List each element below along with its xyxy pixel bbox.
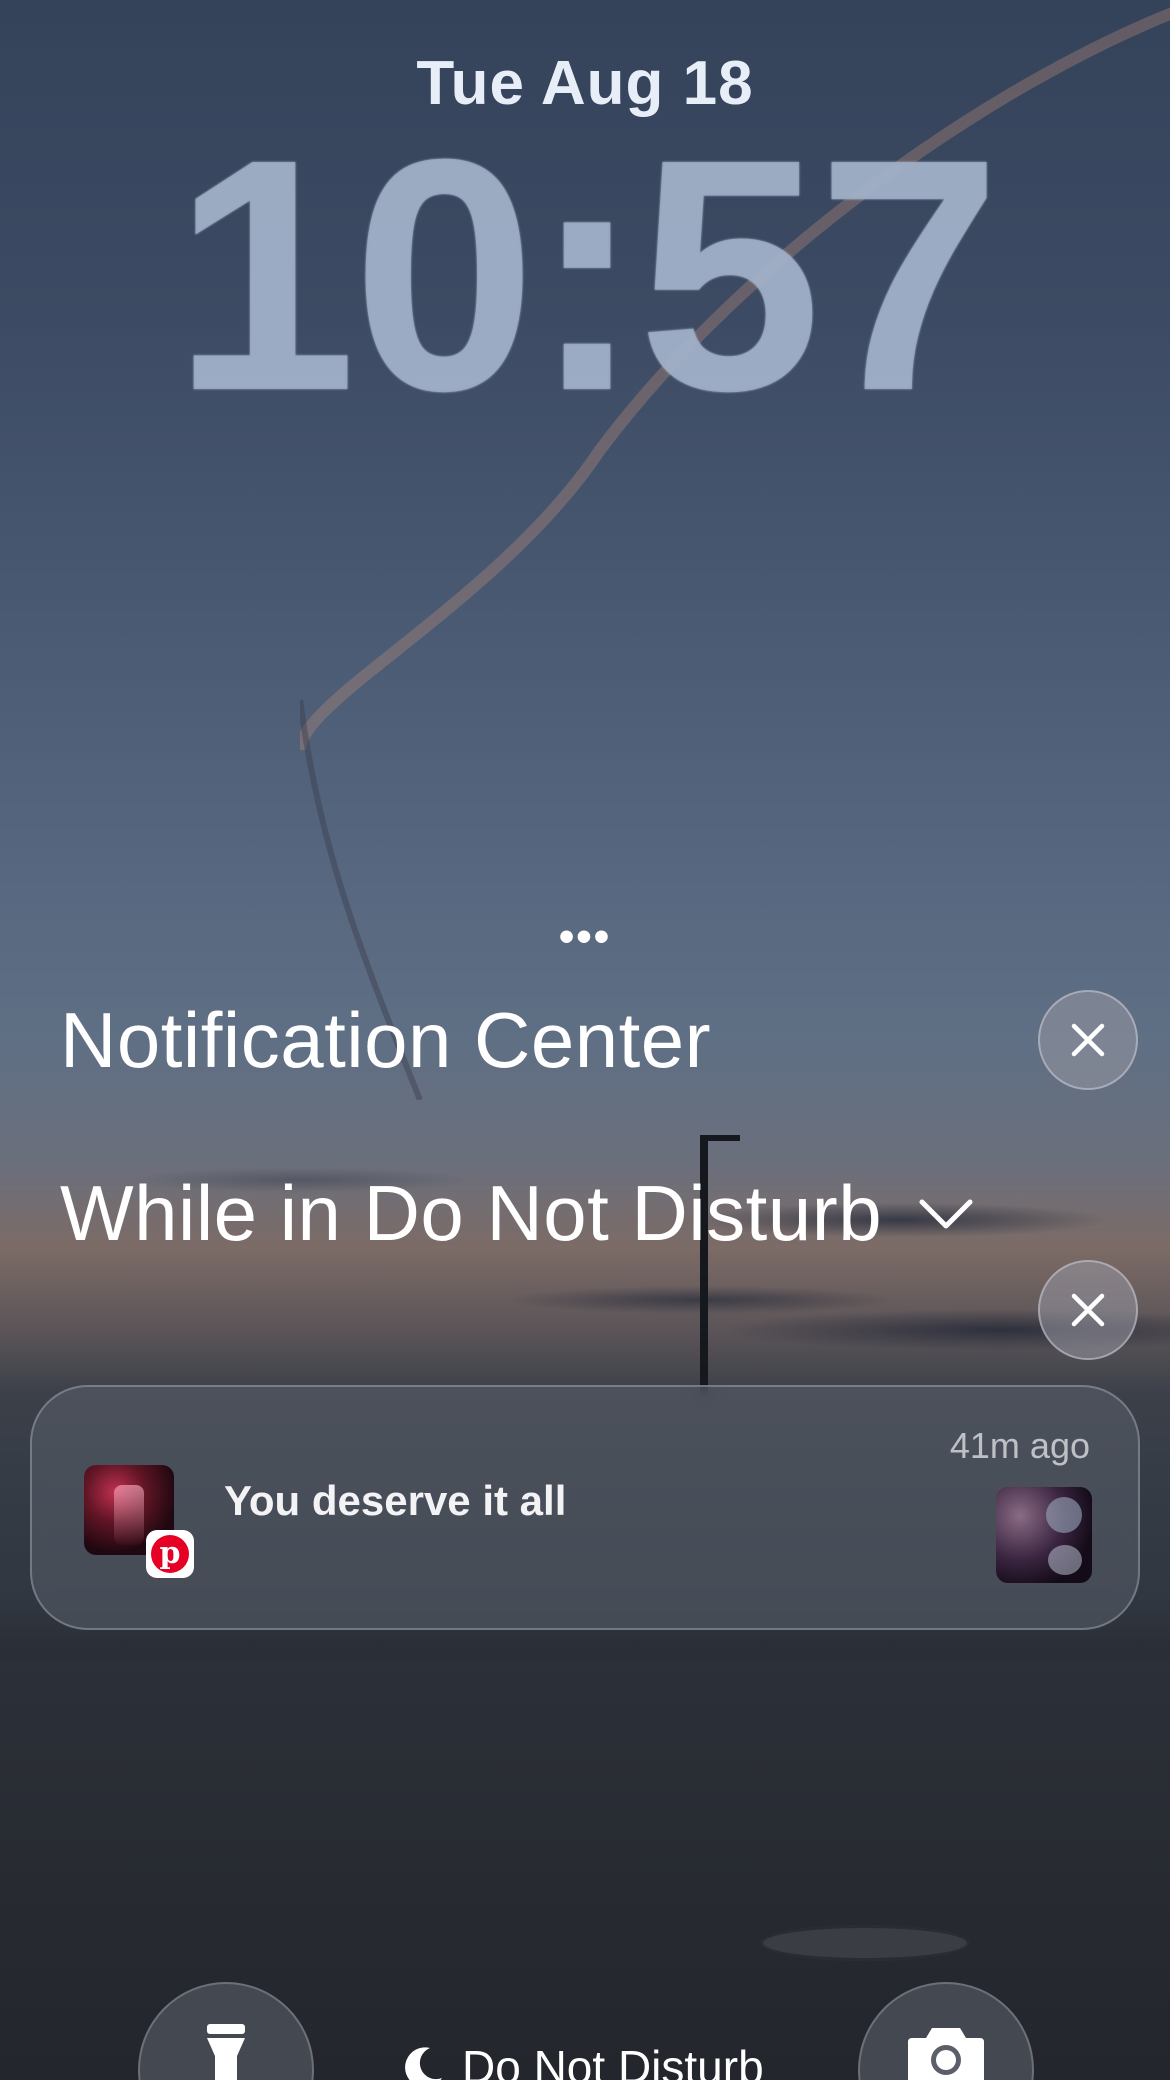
notification-card[interactable]: p You deserve it all 41m ago: [30, 1385, 1140, 1630]
focus-mode-indicator[interactable]: Do Not Disturb: [400, 2040, 764, 2080]
moon-icon: [405, 2047, 442, 2080]
lock-time[interactable]: 10:57: [0, 110, 1170, 440]
dnd-group-title: While in Do Not Disturb: [60, 1169, 883, 1257]
close-icon: [1071, 1023, 1105, 1057]
pinterest-icon: p: [146, 1530, 194, 1578]
lock-screen: Tue Aug 18 10:57 ••• Notification Center…: [0, 0, 1170, 2080]
more-indicator[interactable]: •••: [555, 915, 615, 959]
notification-timestamp: 41m ago: [949, 1425, 1090, 1466]
dnd-group-header[interactable]: While in Do Not Disturb: [60, 1168, 974, 1259]
clear-notification-center-button[interactable]: [1038, 990, 1138, 1090]
notification-center-title: Notification Center: [60, 996, 712, 1084]
notification-message: You deserve it all: [224, 1477, 567, 1524]
chevron-down-icon: [919, 1199, 973, 1228]
focus-mode-label: Do Not Disturb: [462, 2041, 764, 2080]
pinterest-logo: p: [151, 1535, 189, 1573]
wallpaper-manhole: [760, 1925, 970, 1961]
notification-attachment-thumbnail: [996, 1487, 1092, 1583]
flashlight-icon: [207, 2024, 245, 2080]
clear-dnd-group-button[interactable]: [1038, 1260, 1138, 1360]
camera-icon: [908, 2028, 984, 2080]
close-icon: [1071, 1293, 1105, 1327]
